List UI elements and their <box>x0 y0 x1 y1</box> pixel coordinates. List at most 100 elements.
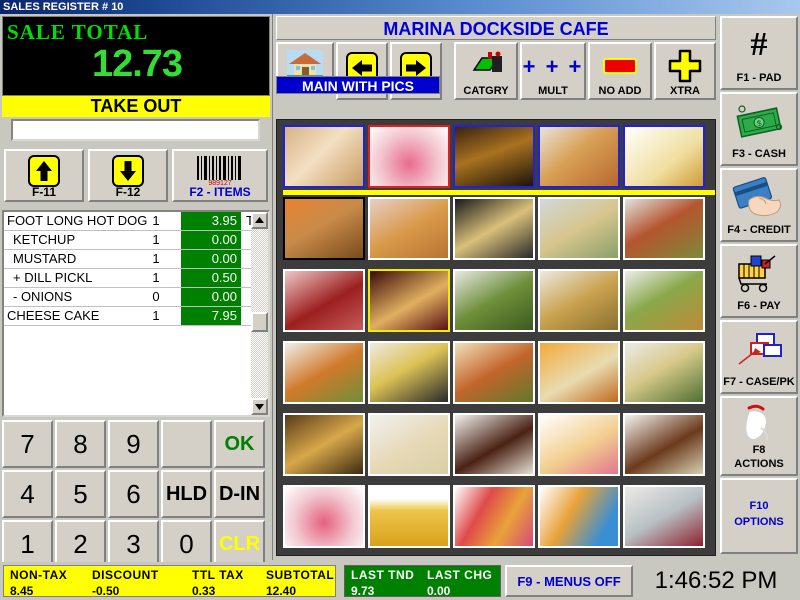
order-row[interactable]: + DILL PICKL 1 0.50 <box>4 269 268 288</box>
keypad-key-label: 0 <box>179 529 194 559</box>
menu-item-cutlery[interactable] <box>283 125 365 188</box>
scroll-down-arrow-icon[interactable] <box>251 398 268 415</box>
keypad-key-4[interactable]: 4 <box>2 470 53 518</box>
xtra-button[interactable]: XTRA <box>654 42 716 100</box>
menu-item-slaw-dog[interactable] <box>453 197 535 260</box>
keypad-key-ok[interactable]: OK <box>214 420 265 468</box>
menu-item-chocolate-cake[interactable] <box>453 413 535 476</box>
keypad-key-2[interactable]: 2 <box>55 520 106 568</box>
totals-summary-box: NON-TAX 8.45 DISCOUNT -0.50 TTL TAX 0.33 SUBTO… <box>3 565 336 598</box>
keypad-key-3[interactable]: 3 <box>108 520 159 568</box>
menu-item-caesar-salad[interactable] <box>623 341 705 404</box>
ice-cream-sundae-image <box>285 487 363 546</box>
category-label: CATGRY <box>463 85 509 97</box>
menu-panel: MARINA DOCKSIDE CAFE CATGRY + + + MULT N… <box>272 14 718 560</box>
total-column: DISCOUNT -0.50 <box>92 568 159 598</box>
menu-item-nachos[interactable] <box>283 413 365 476</box>
menu-item-cocktails[interactable] <box>538 485 620 548</box>
menu-item-sampler-plate[interactable] <box>623 269 705 332</box>
no-add-button[interactable]: NO ADD <box>588 42 652 100</box>
arrow-down-icon <box>112 155 144 187</box>
scrollbar-thumb[interactable] <box>251 312 268 332</box>
category-button[interactable]: CATGRY <box>454 42 518 100</box>
numeric-keypad: 7 8 9 OK 4 5 6 HLD D-IN 1 2 3 0 CLR <box>2 420 270 570</box>
keypad-key-9[interactable]: 9 <box>108 420 159 468</box>
menu-item-tomato-sub[interactable] <box>623 197 705 260</box>
no-add-label: NO ADD <box>598 85 642 97</box>
sidebar-item-f4-credit[interactable]: F4 - CREDIT <box>720 168 798 242</box>
sidebar-item-f1-pad[interactable]: # F1 - PAD <box>720 16 798 90</box>
sidebar-item-f3-cash[interactable]: $ F3 - CASH <box>720 92 798 166</box>
order-row[interactable]: KETCHUP 1 0.00 <box>4 231 268 250</box>
menu-item-chili-cheese-dog[interactable] <box>283 269 365 332</box>
keypad-key-1[interactable]: 1 <box>2 520 53 568</box>
order-item-description: FOOT LONG HOT DOG <box>7 213 148 228</box>
menu-item-condiment[interactable] <box>623 125 705 188</box>
f2-items-button[interactable]: 989127 F2 - ITEMS <box>172 149 268 202</box>
keypad-key-hld[interactable]: HLD <box>161 470 212 518</box>
keypad-key-7[interactable]: 7 <box>2 420 53 468</box>
menu-item-fruit-parfait[interactable] <box>538 413 620 476</box>
total-head: NON-TAX <box>10 568 68 582</box>
order-row[interactable]: MUSTARD 1 0.00 <box>4 250 268 269</box>
order-row[interactable]: FOOT LONG HOT DOG 1 3.95 T <box>4 212 268 231</box>
keypad-key-8[interactable]: 8 <box>55 420 106 468</box>
menu-item-relish-dog[interactable] <box>538 197 620 260</box>
sidebar-item-f10-options[interactable]: F10 OPTIONS <box>720 478 798 554</box>
current-menu-name[interactable]: MAIN WITH PICS <box>276 76 440 94</box>
f12-scroll-down-button[interactable]: F-12 <box>88 149 168 202</box>
order-item-list[interactable]: FOOT LONG HOT DOG 1 3.95 T KETCHUP 1 0.00 MUSTA… <box>2 210 270 417</box>
menu-item-chili-dog[interactable] <box>283 197 365 260</box>
sidebar-item-f7-case-pk[interactable]: F7 - CASE/PK <box>720 320 798 394</box>
menu-item-shrimp-salad[interactable] <box>283 341 365 404</box>
menu-item-taco-salad[interactable] <box>453 341 535 404</box>
scroll-up-arrow-icon[interactable] <box>251 212 268 229</box>
keypad-key-label: 1 <box>20 529 35 559</box>
keypad-key-d-in[interactable]: D-IN <box>214 470 265 518</box>
order-row[interactable]: - ONIONS 0 0.00 <box>4 288 268 307</box>
menu-item-veggie-platter[interactable] <box>453 269 535 332</box>
menu-item-wine-glasses[interactable] <box>623 485 705 548</box>
category-icon <box>456 50 516 83</box>
f8-label-line2: ACTIONS <box>734 458 784 470</box>
keypad-key-0[interactable]: 0 <box>161 520 212 568</box>
keypad-key-blank <box>161 420 212 468</box>
order-rows-container: FOOT LONG HOT DOG 1 3.95 T KETCHUP 1 0.00 MUSTA… <box>4 212 268 326</box>
f9-menus-toggle-button[interactable]: F9 - MENUS OFF <box>505 565 633 597</box>
credit-card-icon <box>722 174 796 225</box>
order-row[interactable]: CHEESE CAKE 1 7.95 <box>4 307 268 326</box>
sidebar-item-f8-actions[interactable]: F8 ACTIONS <box>720 396 798 476</box>
caesar-salad-image <box>625 343 703 402</box>
menu-item-ice-cream-sundae[interactable] <box>283 485 365 548</box>
total-column: NON-TAX 8.45 <box>10 568 67 598</box>
f11-scroll-up-button[interactable]: F-11 <box>4 149 84 202</box>
total-head: TTL TAX <box>192 568 244 582</box>
menu-item-club-sandwich[interactable] <box>538 125 620 188</box>
entry-input[interactable] <box>11 119 260 141</box>
sidebar-item-f6-pay[interactable]: F6 - PAY <box>720 244 798 318</box>
menu-item-fish-tacos[interactable] <box>368 341 450 404</box>
menu-item-french-fries[interactable] <box>368 269 450 332</box>
menu-item-draft-beer[interactable] <box>368 485 450 548</box>
menu-item-egg-rolls[interactable] <box>538 269 620 332</box>
keypad-key-6[interactable]: 6 <box>108 470 159 518</box>
keypad-key-clr[interactable]: CLR <box>214 520 265 568</box>
f7-case-pk-label: F7 - CASE/PK <box>723 376 795 388</box>
menu-item-wine-bottle[interactable] <box>453 125 535 188</box>
menu-item-ice-cream[interactable] <box>368 125 450 188</box>
menu-item-chocolate-pie[interactable] <box>623 413 705 476</box>
menu-item-smoothies[interactable] <box>453 485 535 548</box>
menu-item-corn-dog[interactable] <box>368 197 450 260</box>
order-item-amount: 0.00 <box>181 250 241 268</box>
menu-grid-row <box>280 123 715 195</box>
xtra-label: XTRA <box>670 85 700 97</box>
menu-item-chicken-slaw[interactable] <box>538 341 620 404</box>
menu-item-grid <box>276 119 716 556</box>
menu-item-cheese-cake[interactable] <box>368 413 450 476</box>
cheese-cake-image <box>370 415 448 474</box>
mult-label: MULT <box>538 85 568 97</box>
order-list-scrollbar[interactable] <box>251 212 268 415</box>
fruit-parfait-image <box>540 415 618 474</box>
keypad-key-5[interactable]: 5 <box>55 470 106 518</box>
mult-button[interactable]: + + + MULT <box>520 42 586 100</box>
